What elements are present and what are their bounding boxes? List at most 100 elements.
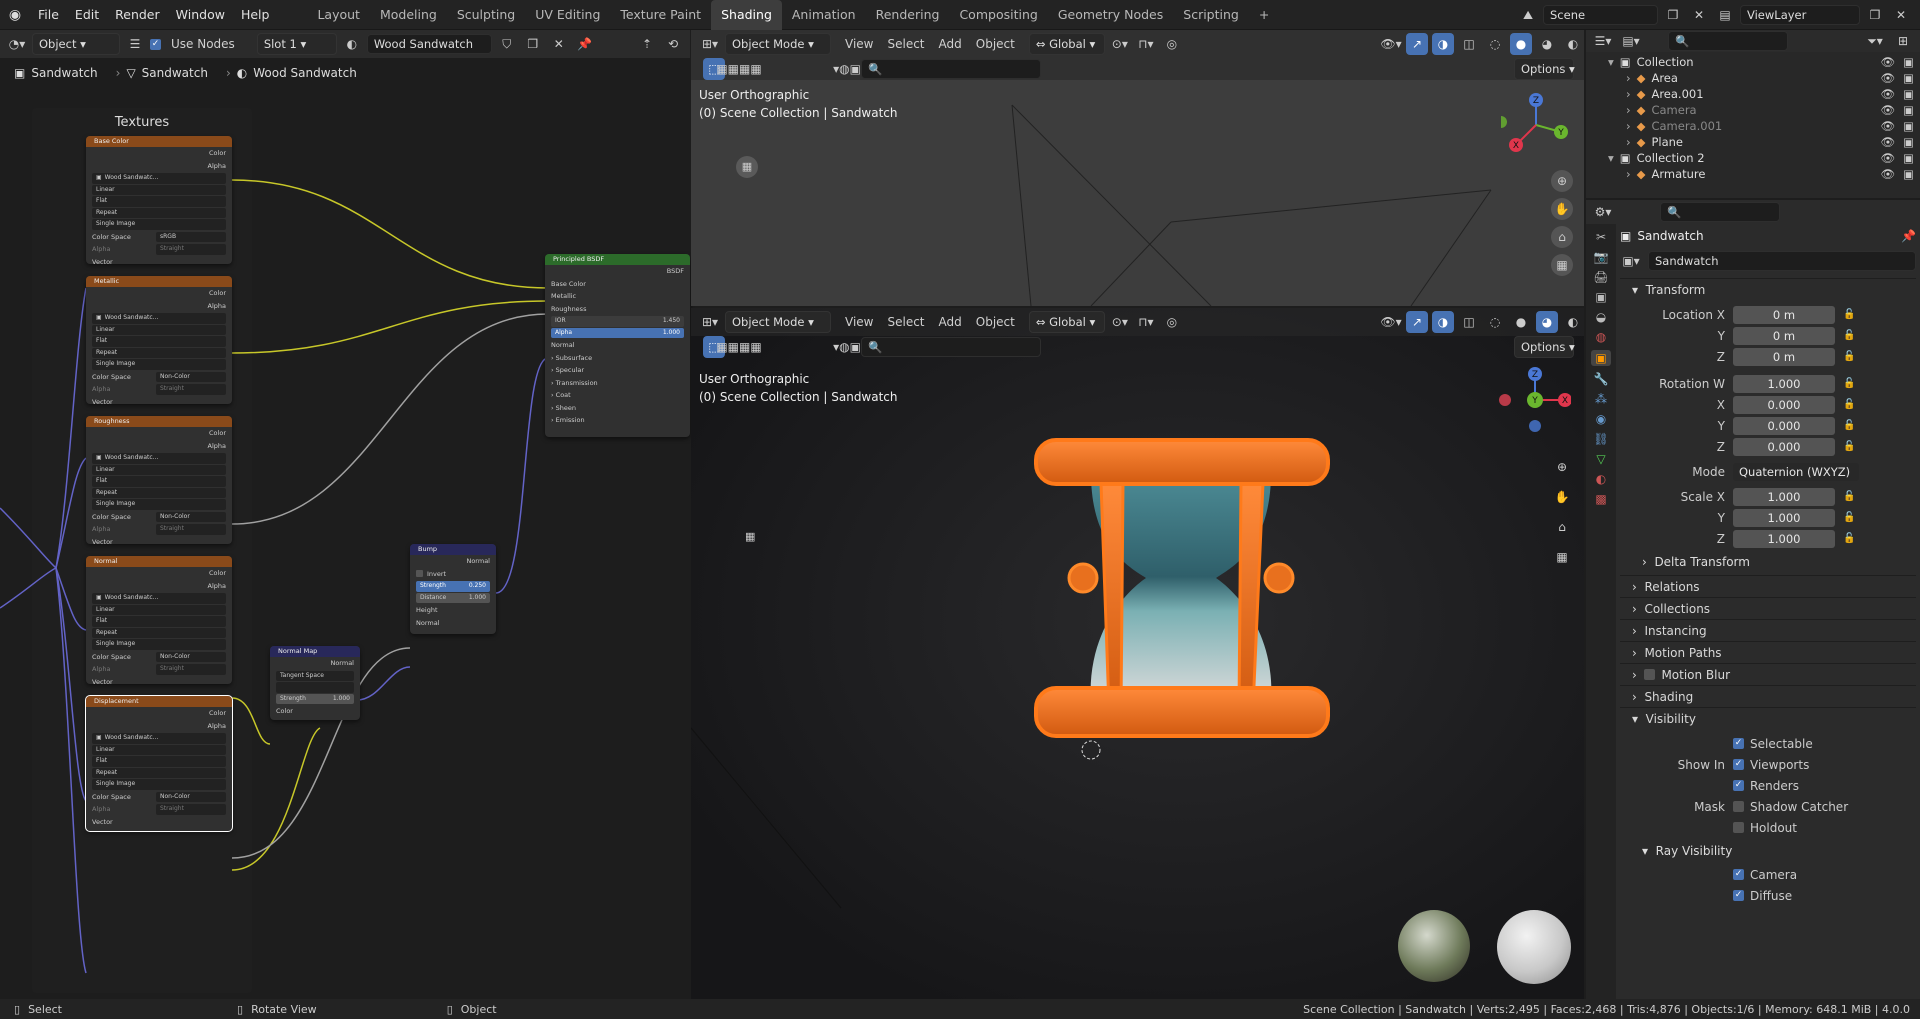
- color-space-dropdown[interactable]: Non-Color: [156, 791, 226, 802]
- extension-dropdown[interactable]: Repeat: [92, 627, 226, 638]
- menu-file[interactable]: File: [30, 0, 67, 30]
- workspace-tab-compositing[interactable]: Compositing: [949, 0, 1047, 30]
- outliner-search[interactable]: 🔍: [1668, 31, 1788, 51]
- blender-logo-icon[interactable]: ◉: [0, 7, 30, 23]
- workspace-tab-scripting[interactable]: Scripting: [1173, 0, 1249, 30]
- breadcrumb-material[interactable]: Wood Sandwatch: [253, 66, 357, 80]
- select-mode-icons[interactable]: ▦▦▦▦: [716, 58, 761, 80]
- properties-type-icon[interactable]: ⚙▾: [1592, 201, 1614, 223]
- main-viewport[interactable]: ⊞▾ Object Mode ▾ View Select Add Object …: [691, 308, 1584, 999]
- bump-distance[interactable]: Distance 1.000: [416, 592, 490, 603]
- pin-icon[interactable]: 📌: [1901, 229, 1916, 243]
- scene-field[interactable]: Scene: [1543, 4, 1658, 25]
- output-color[interactable]: Color: [86, 427, 232, 440]
- image-selector[interactable]: ▣ Wood Sandwatc...: [92, 173, 226, 184]
- view-layer-field[interactable]: ViewLayer: [1740, 4, 1860, 25]
- gizmo-z[interactable]: Z: [1533, 96, 1539, 106]
- scale-y-field[interactable]: 1.000: [1733, 508, 1835, 527]
- render-icon[interactable]: ▣: [1903, 167, 1914, 181]
- ior-field[interactable]: IOR 1.450: [551, 316, 684, 327]
- orientation-dropdown[interactable]: ⇔ Global ▾: [1028, 33, 1105, 55]
- output-alpha[interactable]: Alpha: [86, 300, 232, 313]
- input-vector[interactable]: Vector: [86, 676, 232, 685]
- modifier-tab-icon[interactable]: 🔧: [1594, 372, 1609, 386]
- bump-invert[interactable]: Invert: [410, 568, 496, 581]
- interpolation-dropdown[interactable]: Linear: [92, 604, 226, 615]
- lock-icon[interactable]: 🔓: [1843, 441, 1857, 453]
- hand-icon[interactable]: ✋: [1551, 198, 1573, 220]
- scene-icon[interactable]: ⛰: [1517, 4, 1539, 26]
- visibility-icon[interactable]: 👁▾: [1380, 33, 1402, 55]
- node-canvas[interactable]: Textures Base Color Color Alpha ▣ Wood S…: [0, 88, 690, 999]
- projection-dropdown[interactable]: Flat: [92, 336, 226, 347]
- editor-type-icon[interactable]: ⊞▾: [699, 33, 721, 55]
- particles-tab-icon[interactable]: ⁂: [1595, 392, 1607, 406]
- camera-icon[interactable]: ⌂: [1551, 226, 1573, 248]
- alpha-field[interactable]: Alpha 1.000: [551, 327, 684, 338]
- extension-dropdown[interactable]: Repeat: [92, 207, 226, 218]
- grid-icon[interactable]: ▦: [1551, 546, 1573, 568]
- output-color[interactable]: Color: [86, 287, 232, 300]
- material-preview-icon[interactable]: ◕: [1536, 33, 1558, 55]
- view-layer-icon[interactable]: ▤: [1714, 4, 1736, 26]
- projection-dropdown[interactable]: Flat: [92, 196, 226, 207]
- breadcrumb-mesh[interactable]: Sandwatch: [142, 66, 208, 80]
- zoom-icon[interactable]: ⊕: [1551, 456, 1573, 478]
- rotation-mode-dropdown[interactable]: Quaternion (WXYZ) ▾: [1733, 462, 1859, 497]
- lock-icon[interactable]: 🔓: [1843, 533, 1857, 545]
- lock-icon[interactable]: 🔓: [1843, 420, 1857, 432]
- gizmo-y[interactable]: Y: [1557, 128, 1564, 138]
- interpolation-dropdown[interactable]: Linear: [92, 324, 226, 335]
- wireframe-icon[interactable]: ◌: [1484, 33, 1506, 55]
- workspace-tab-uv-editing[interactable]: UV Editing: [525, 0, 610, 30]
- filter-icons[interactable]: ▾◍▣: [833, 58, 861, 80]
- output-alpha[interactable]: Alpha: [86, 160, 232, 173]
- world-tab-icon[interactable]: ◍: [1596, 330, 1606, 344]
- output-color[interactable]: Color: [86, 147, 232, 160]
- eye-icon[interactable]: 👁: [1881, 151, 1896, 165]
- zoom-icon[interactable]: ⊕: [1551, 170, 1573, 192]
- 3d-cursor[interactable]: [1081, 740, 1101, 760]
- shadow-catcher-checkbox[interactable]: [1733, 801, 1744, 812]
- color-space-dropdown[interactable]: sRGB: [156, 231, 226, 242]
- nav-gizmo[interactable]: Z Y X: [1501, 90, 1571, 160]
- transform-panel[interactable]: ▾ Transform: [1620, 278, 1916, 300]
- workspace-tab-layout[interactable]: Layout: [307, 0, 370, 30]
- bump-height[interactable]: Height: [410, 604, 496, 617]
- eye-icon[interactable]: 👁: [1881, 167, 1896, 181]
- menu-edit[interactable]: Edit: [67, 0, 107, 30]
- panel-instancing[interactable]: › Instancing: [1620, 619, 1916, 641]
- selectable-checkbox[interactable]: ✓: [1733, 738, 1744, 749]
- normal-map-node[interactable]: Normal Map Normal Tangent Space Strength…: [270, 646, 360, 720]
- gizmo-x[interactable]: X: [1513, 141, 1519, 151]
- output-alpha[interactable]: Alpha: [86, 580, 232, 593]
- render-icon[interactable]: ▣: [1903, 135, 1914, 149]
- filter-icon[interactable]: ⏷▾: [1864, 30, 1886, 52]
- lock-icon[interactable]: 🔓: [1843, 330, 1857, 342]
- source-dropdown[interactable]: Single Image: [92, 639, 226, 650]
- color-space-dropdown[interactable]: Non-Color: [156, 511, 226, 522]
- rotation-w-field[interactable]: 1.000: [1733, 374, 1835, 393]
- alpha-mode-dropdown[interactable]: Straight: [156, 524, 226, 535]
- image-texture-node-base-color[interactable]: Base Color Color Alpha ▣ Wood Sandwatc... Lin…: [86, 136, 232, 264]
- lock-icon[interactable]: 🔓: [1843, 512, 1857, 524]
- image-texture-node-displacement[interactable]: Displacement Color Alpha ▣ Wood Sandwatc... L…: [85, 695, 233, 832]
- menu-render[interactable]: Render: [107, 0, 168, 30]
- snap-icon[interactable]: ⟲: [662, 33, 684, 55]
- bump-strength[interactable]: Strength 0.250: [416, 581, 490, 592]
- alpha-mode-dropdown[interactable]: Straight: [156, 244, 226, 255]
- properties-search[interactable]: 🔍: [1660, 202, 1780, 222]
- material-tab-icon[interactable]: ◐: [1596, 472, 1606, 486]
- panel-motion-blur[interactable]: › Motion Blur: [1620, 663, 1916, 685]
- view-layer-tab-icon[interactable]: ▣: [1595, 290, 1606, 304]
- outliner-item[interactable]: › ◆ Camera 👁 ▣: [1586, 102, 1920, 118]
- workspace-tab-shading[interactable]: Shading: [711, 0, 782, 30]
- collapse-arrow-icon[interactable]: ▾: [1608, 55, 1614, 69]
- material-name-field[interactable]: Wood Sandwatch: [366, 34, 492, 54]
- copy-layer-icon[interactable]: ❐: [1864, 4, 1886, 26]
- panel-collections[interactable]: › Collections: [1620, 597, 1916, 619]
- delete-scene-icon[interactable]: ✕: [1688, 4, 1710, 26]
- lock-icon[interactable]: 🔓: [1843, 378, 1857, 390]
- nav-gizmo[interactable]: Z X Y: [1491, 360, 1571, 432]
- menu-object[interactable]: Object: [976, 37, 1015, 51]
